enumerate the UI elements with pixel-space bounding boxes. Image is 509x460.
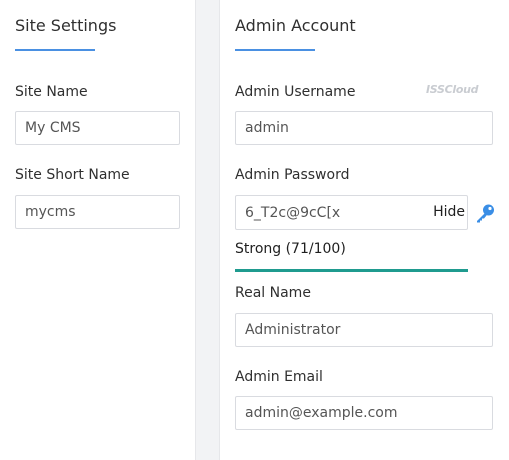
- admin-username-label: Admin Username: [235, 84, 356, 100]
- admin-password-label: Admin Password: [235, 167, 350, 183]
- site-settings-panel: Site Settings Site Name Site Short Name: [0, 0, 196, 460]
- password-strength-bar: [235, 269, 468, 272]
- hide-password-button[interactable]: Hide: [433, 204, 465, 220]
- password-strength-fill: [235, 269, 468, 272]
- installer-page: Site Settings Site Name Site Short Name …: [0, 0, 509, 460]
- site-name-label: Site Name: [15, 84, 88, 100]
- admin-password-field: Hide: [235, 195, 468, 230]
- site-settings-title: Site Settings: [15, 16, 117, 35]
- real-name-input[interactable]: [235, 313, 493, 347]
- password-strength-text: Strong (71/100): [235, 241, 346, 257]
- real-name-label: Real Name: [235, 285, 311, 301]
- admin-password-input[interactable]: [236, 196, 426, 229]
- site-name-input[interactable]: [15, 111, 180, 145]
- admin-username-input[interactable]: [235, 111, 493, 145]
- site-settings-title-underline: [15, 49, 95, 51]
- admin-account-title-underline: [235, 49, 315, 51]
- site-short-name-label: Site Short Name: [15, 167, 130, 183]
- admin-email-label: Admin Email: [235, 369, 323, 385]
- admin-account-title: Admin Account: [235, 16, 356, 35]
- admin-email-input[interactable]: [235, 396, 493, 430]
- generate-password-key-icon[interactable]: [474, 203, 496, 223]
- watermark-logo: ISSCloud: [426, 83, 479, 96]
- site-short-name-input[interactable]: [15, 195, 180, 229]
- admin-account-panel: Admin Account ISSCloud Admin Username Ad…: [219, 0, 509, 460]
